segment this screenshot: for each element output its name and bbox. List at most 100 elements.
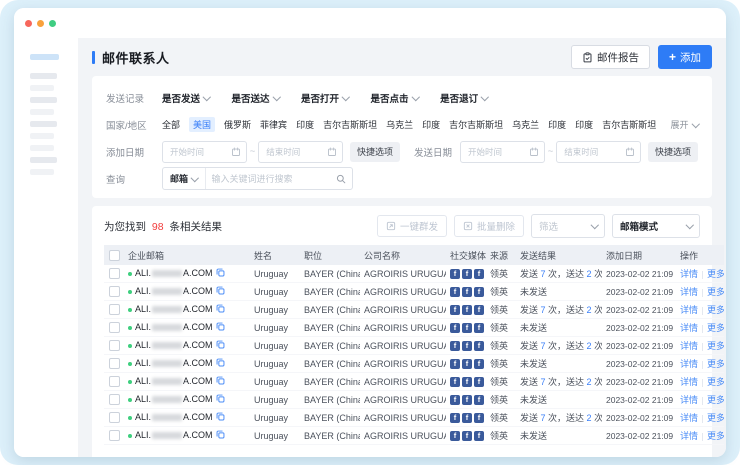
country-tag[interactable]: 乌克兰 [512, 118, 539, 131]
country-tag[interactable]: 印度 [575, 118, 593, 131]
detail-link[interactable]: 详情 [680, 287, 698, 297]
facebook-icon[interactable]: f [474, 269, 484, 279]
facebook-icon[interactable]: f [462, 359, 472, 369]
detail-link[interactable]: 详情 [680, 341, 698, 351]
row-checkbox[interactable] [109, 340, 120, 351]
facebook-icon[interactable]: f [450, 359, 460, 369]
facebook-icon[interactable]: f [474, 431, 484, 441]
facebook-icon[interactable]: f [462, 305, 472, 315]
more-link[interactable]: 更多 [707, 341, 724, 351]
facebook-icon[interactable]: f [450, 413, 460, 423]
add-date-end-input[interactable] [258, 141, 343, 163]
email-report-button[interactable]: 邮件报告 [571, 45, 650, 69]
facebook-icon[interactable]: f [462, 269, 472, 279]
send-filter-dropdown[interactable]: 是否送达 [232, 91, 280, 105]
add-date-start-field[interactable] [168, 146, 228, 158]
copy-icon[interactable] [216, 394, 225, 405]
more-link[interactable]: 更多 [707, 305, 724, 315]
country-tag[interactable]: 全部 [162, 118, 180, 131]
country-tag[interactable]: 俄罗斯 [224, 118, 251, 131]
send-date-end-field[interactable] [562, 146, 622, 158]
sidebar-skeleton-item[interactable] [30, 109, 54, 115]
copy-icon[interactable] [216, 286, 225, 297]
add-date-start-input[interactable] [162, 141, 247, 163]
sidebar-skeleton-item[interactable] [30, 145, 54, 151]
copy-icon[interactable] [216, 412, 225, 423]
search-icon[interactable] [336, 174, 352, 184]
sidebar-skeleton-item[interactable] [30, 121, 57, 127]
facebook-icon[interactable]: f [474, 341, 484, 351]
facebook-icon[interactable]: f [450, 431, 460, 441]
send-date-start-input[interactable] [460, 141, 545, 163]
send-filter-dropdown[interactable]: 是否点击 [371, 91, 419, 105]
copy-icon[interactable] [216, 430, 225, 441]
add-date-end-field[interactable] [264, 146, 324, 158]
more-link[interactable]: 更多 [707, 287, 724, 297]
sidebar-skeleton-item[interactable] [30, 97, 57, 103]
detail-link[interactable]: 详情 [680, 413, 698, 423]
row-checkbox[interactable] [109, 358, 120, 369]
sidebar-skeleton-item[interactable] [30, 169, 54, 175]
facebook-icon[interactable]: f [462, 413, 472, 423]
country-tag[interactable]: 吉尔吉斯斯坦 [323, 118, 377, 131]
detail-link[interactable]: 详情 [680, 323, 698, 333]
send-date-quick-options-button[interactable]: 快捷选项 [648, 142, 698, 162]
country-tag[interactable]: 印度 [548, 118, 566, 131]
country-tag[interactable]: 印度 [422, 118, 440, 131]
facebook-icon[interactable]: f [474, 413, 484, 423]
window-minimize-button[interactable] [37, 20, 44, 27]
facebook-icon[interactable]: f [474, 395, 484, 405]
row-checkbox[interactable] [109, 286, 120, 297]
country-tag[interactable]: 吉尔吉斯斯坦 [449, 118, 503, 131]
row-checkbox[interactable] [109, 268, 120, 279]
more-link[interactable]: 更多 [707, 323, 724, 333]
more-link[interactable]: 更多 [707, 431, 724, 441]
more-link[interactable]: 更多 [707, 413, 724, 423]
row-checkbox[interactable] [109, 430, 120, 441]
sidebar-skeleton-item[interactable] [30, 133, 54, 139]
facebook-icon[interactable]: f [474, 359, 484, 369]
copy-icon[interactable] [216, 322, 225, 333]
detail-link[interactable]: 详情 [680, 431, 698, 441]
facebook-icon[interactable]: f [474, 287, 484, 297]
bulk-send-button[interactable]: 一键群发 [377, 215, 447, 237]
country-tag[interactable]: 乌克兰 [386, 118, 413, 131]
expand-toggle[interactable]: 展开 [670, 118, 698, 131]
detail-link[interactable]: 详情 [680, 269, 698, 279]
facebook-icon[interactable]: f [462, 341, 472, 351]
row-checkbox[interactable] [109, 304, 120, 315]
send-filter-dropdown[interactable]: 是否发送 [162, 91, 210, 105]
sidebar-skeleton-item[interactable] [30, 157, 57, 163]
copy-icon[interactable] [216, 304, 225, 315]
sidebar-skeleton-item[interactable] [30, 73, 57, 79]
facebook-icon[interactable]: f [450, 305, 460, 315]
detail-link[interactable]: 详情 [680, 395, 698, 405]
country-tag[interactable]: 菲律宾 [260, 118, 287, 131]
detail-link[interactable]: 详情 [680, 305, 698, 315]
mode-select[interactable]: 邮箱模式 [612, 214, 700, 238]
facebook-icon[interactable]: f [462, 431, 472, 441]
facebook-icon[interactable]: f [474, 305, 484, 315]
add-date-quick-options-button[interactable]: 快捷选项 [350, 142, 400, 162]
row-checkbox[interactable] [109, 394, 120, 405]
facebook-icon[interactable]: f [450, 323, 460, 333]
facebook-icon[interactable]: f [462, 287, 472, 297]
copy-icon[interactable] [216, 268, 225, 279]
sidebar-skeleton-item[interactable] [30, 85, 54, 91]
facebook-icon[interactable]: f [474, 377, 484, 387]
query-type-select[interactable]: 邮箱 [163, 168, 206, 189]
more-link[interactable]: 更多 [707, 377, 724, 387]
bulk-delete-button[interactable]: 批量删除 [454, 215, 524, 237]
send-date-end-input[interactable] [556, 141, 641, 163]
facebook-icon[interactable]: f [450, 377, 460, 387]
search-input[interactable] [206, 174, 336, 184]
send-filter-dropdown[interactable]: 是否打开 [301, 91, 349, 105]
sidebar-skeleton-item[interactable] [30, 54, 59, 60]
facebook-icon[interactable]: f [450, 287, 460, 297]
row-checkbox[interactable] [109, 376, 120, 387]
facebook-icon[interactable]: f [462, 395, 472, 405]
more-link[interactable]: 更多 [707, 269, 724, 279]
facebook-icon[interactable]: f [474, 323, 484, 333]
copy-icon[interactable] [216, 358, 225, 369]
filter-select[interactable]: 筛选 [531, 214, 605, 238]
